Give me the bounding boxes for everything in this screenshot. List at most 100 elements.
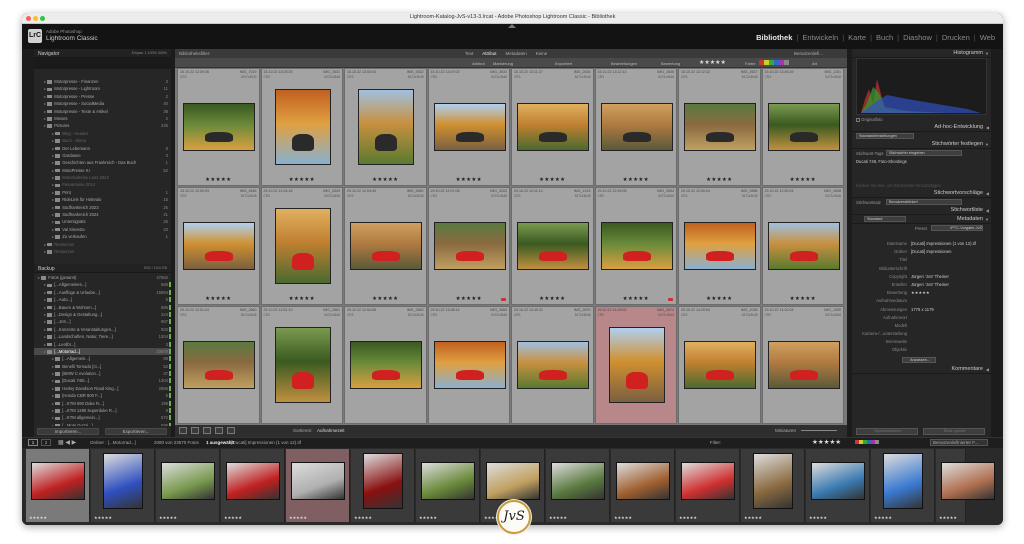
collection-item[interactable]: ▸ [...Design & Gestaltung...] 224: [34, 311, 171, 318]
grid-cell[interactable]: 29.10.22 14:20:04 IMG_1050 CR3 5472x3648: [761, 306, 844, 424]
module-drucken[interactable]: Drucken: [940, 33, 972, 42]
grid-cell[interactable]: 29.10.22 14:19:02 IMG_2672 CR3 5472x3648: [594, 306, 677, 424]
folder-item[interactable]: ▸ Der Lebemann 8: [34, 145, 171, 152]
grid-cell[interactable]: 29.10.22 12:49:05 IMG_2654 CR3 5472x3648 ★★★…: [594, 187, 677, 305]
backup-header[interactable]: Backup 9/32 / 10/4 GB: [34, 264, 171, 273]
grid-nav-icon[interactable]: ▦ ◀ ▶: [58, 439, 76, 446]
photo-thumbnail[interactable]: [767, 341, 840, 389]
grid-cell[interactable]: 15.10.22 12:50:53 IMG_2646 CR3 5472x3648 ★★★…: [177, 187, 260, 305]
filmstrip-thumbnail[interactable]: ★★★★★: [546, 449, 610, 522]
filmstrip-thumbnail[interactable]: ★★★★★: [871, 449, 935, 522]
photo-thumbnail[interactable]: [274, 208, 331, 284]
folder-item[interactable]: ▸ Motorpresse - Presse 2: [34, 93, 171, 100]
filmstrip-thumbnail[interactable]: ★★★★★: [611, 449, 675, 522]
filmstrip-thumbnail[interactable]: ★★★★★: [806, 449, 870, 522]
folder-item[interactable]: ▸ Gardasee 3: [34, 152, 171, 159]
photo-thumbnail[interactable]: [274, 327, 331, 403]
import-button[interactable]: Importieren...: [37, 428, 99, 435]
collection-item[interactable]: ▸ [Ducati 748i...] 1304: [34, 377, 171, 384]
grid-cell[interactable]: 29.10.22 12:07:08 IMG_3202 CR3 5472x3648 ★★★…: [427, 187, 510, 305]
cell-rating-stars[interactable]: ★★★★★: [596, 177, 677, 183]
thumbnail-size-slider[interactable]: [801, 430, 837, 431]
sync-settings-button[interactable]: Einst. synchr.: [923, 428, 985, 435]
collection-item[interactable]: ▸ [...Auto...] 6: [34, 296, 171, 303]
folder-item[interactable]: ▸ Untersigsäts 25: [34, 218, 171, 225]
filmstrip-rating-filter[interactable]: ★★★★★: [812, 438, 841, 446]
cell-rating-stars[interactable]: ★★★★★: [345, 177, 426, 183]
adjust-button[interactable]: Anpassen...: [902, 356, 936, 363]
folder-item[interactable]: ▸ Blog - Header: [34, 130, 171, 137]
module-web[interactable]: Web: [978, 33, 997, 42]
collection-item[interactable]: ▸ Fotos (gesamt) 47662: [34, 274, 171, 281]
metadata-value[interactable]: [Ducati] Impressionen (1 von 12).tif: [911, 241, 976, 246]
folder-item[interactable]: ▸ Buch - Klima: [34, 137, 171, 144]
photo-thumbnail[interactable]: [517, 222, 590, 270]
photo-thumbnail[interactable]: [517, 103, 590, 151]
folder-item[interactable]: ▸ Motorradreise Laos 2024: [34, 174, 171, 181]
histogram-header[interactable]: Histogramm: [852, 49, 991, 58]
photo-thumbnail[interactable]: [684, 103, 757, 151]
filmstrip-thumbnail[interactable]: ★★★★★: [351, 449, 415, 522]
metadata-value[interactable]: ★★★★★: [911, 290, 930, 295]
metadata-value[interactable]: Jürgen 'JvS' Theiner: [911, 274, 949, 279]
filmstrip-color-filter[interactable]: [855, 440, 889, 445]
collection-item[interactable]: ▸ [...Ausflüge & Urlaube...] 15694: [34, 289, 171, 296]
cell-rating-stars[interactable]: ★★★★★: [679, 296, 760, 302]
grid-cell[interactable]: 15.10.22 13:03:04 IMG_2632 CR3 5472x3648 ★★★…: [344, 68, 427, 186]
collection-item[interactable]: ▸ [...KTM allgemein...] 572: [34, 414, 171, 421]
keyword-add-hint[interactable]: Klicken Sie hier, um Stichwörter hinzuzu…: [852, 181, 991, 189]
keywording-header[interactable]: Stichwörter festlegen: [852, 140, 991, 149]
folder-item[interactable]: ▸ Pasuerreise 2014: [34, 181, 171, 188]
grid-view-button[interactable]: [179, 427, 187, 434]
color-filter-swatches[interactable]: [759, 60, 795, 66]
filmstrip-thumbnail[interactable]: ★★★★★: [741, 449, 805, 522]
export-button[interactable]: Exportieren...: [105, 428, 167, 435]
photo-thumbnail[interactable]: [358, 89, 415, 165]
metadata-value[interactable]: Jürgen 'JvS' Theiner: [911, 282, 949, 287]
module-entwickeln[interactable]: Entwickeln: [800, 33, 840, 42]
metadata-view-select[interactable]: Standard: [864, 216, 906, 222]
comments-header[interactable]: Kommentare: [852, 364, 991, 374]
cell-rating-stars[interactable]: ★★★★★: [429, 177, 510, 183]
filter-tab-text[interactable]: Text: [465, 51, 473, 56]
cell-rating-stars[interactable]: ★★★★★: [262, 296, 343, 302]
filmstrip-thumbnail[interactable]: ★★★★★: [91, 449, 155, 522]
filmstrip-thumbnail[interactable]: ★★★★★: [416, 449, 480, 522]
survey-view-button[interactable]: [215, 427, 223, 434]
grid-cell[interactable]: 29.10.22 14:20:54 IMG_1048 CR3 5472x3648: [678, 306, 761, 424]
cell-rating-stars[interactable]: ★★★★★: [596, 296, 677, 302]
collection-item[interactable]: ▸ [...Konzerte & Veranstaltungen...] 502: [34, 326, 171, 333]
folder-item[interactable]: ▸ Print 1: [34, 189, 171, 196]
folder-item[interactable]: ▸ Pictures 226: [34, 122, 171, 129]
photo-thumbnail[interactable]: [274, 89, 331, 165]
photo-thumbnail[interactable]: [517, 341, 590, 389]
cell-rating-stars[interactable]: ★★★★★: [763, 296, 844, 302]
quick-develop-header[interactable]: Ad-hoc-Entwicklung: [852, 123, 991, 132]
keyword-tags-select[interactable]: Stichwörter eingeben: [886, 150, 962, 156]
folder-item[interactable]: ▸ Zu verkaufen 1: [34, 233, 171, 240]
collection-item[interactable]: ▸ [...Motorrad...] 23570: [34, 347, 171, 356]
folder-item[interactable]: ▸ Südfrankreich 2024 21: [34, 211, 171, 218]
photo-thumbnail[interactable]: [767, 222, 840, 270]
display-1-button[interactable]: 1: [28, 439, 38, 446]
navigator-header[interactable]: Navigator Einpas. 1 100% 300%: [34, 49, 171, 58]
metadata-value[interactable]: 1775 x 1179: [911, 307, 934, 312]
photo-thumbnail[interactable]: [183, 103, 256, 151]
collapse-top-panel-icon[interactable]: [508, 24, 516, 28]
module-buch[interactable]: Buch: [874, 33, 895, 42]
collection-item[interactable]: ▸ [...KTM 1290 Superduke R...] 9: [34, 407, 171, 414]
filter-tab-keine[interactable]: Keine: [536, 51, 548, 56]
folder-item[interactable]: ▸ Resources: [34, 248, 171, 255]
filter-preset[interactable]: Benutzerdefi...: [794, 51, 823, 56]
folder-item[interactable]: ▸ Geschichten aus Frankreich - Das Buch 1: [34, 159, 171, 166]
photo-thumbnail[interactable]: [350, 341, 423, 389]
source-path[interactable]: Ordner : [...Motorrad...]: [90, 440, 136, 445]
folder-item[interactable]: ▸ Südfrankreich 2023 25: [34, 204, 171, 211]
grid-cell[interactable]: 29.10.22 12:11:12 IMG_1215 CR3 5472x3648 ★★★…: [511, 187, 594, 305]
grid-cell[interactable]: 15.10.22 13:12:32 IMG_2637 CR3 5472x3648 ★★★…: [678, 68, 761, 186]
navigator-zoom[interactable]: Einpas. 1 100% 300%: [132, 51, 167, 55]
grid-cell[interactable]: 29.10.22 12:50:04 IMG_2656 CR3 5472x3648 ★★★…: [678, 187, 761, 305]
folder-item[interactable]: ▸ Motorpresse - Texte & Artikel 38: [34, 108, 171, 115]
folder-item[interactable]: ▸ Val Sinestra 33: [34, 226, 171, 233]
rating-filter-stars[interactable]: ★★★★★: [699, 59, 726, 66]
